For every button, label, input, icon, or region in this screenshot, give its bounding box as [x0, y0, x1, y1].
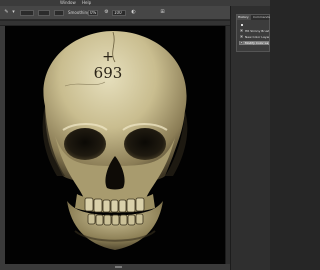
smoothing-field[interactable]: 0% [88, 10, 98, 16]
mode-select[interactable] [38, 10, 50, 16]
history-step-icon [240, 41, 243, 44]
tab-commands[interactable]: Commands [252, 15, 270, 20]
canvas[interactable]: + 693 [5, 26, 225, 264]
engraved-number: 693 [93, 64, 123, 82]
upper-teeth [84, 197, 145, 213]
snapshot-icon [241, 24, 243, 26]
gear-icon[interactable]: ⚙ [104, 10, 109, 15]
chevron-down-icon[interactable]: ▾ [11, 10, 16, 15]
symmetry-icon[interactable]: ⊞ [160, 10, 165, 15]
lower-teeth [87, 213, 144, 226]
brush-tool-icon[interactable]: ✎ [4, 10, 9, 15]
pressure-icon[interactable]: ◐ [131, 10, 136, 15]
history-row-label: New Color Layer [245, 35, 269, 39]
history-step-icon [240, 29, 243, 32]
opacity-field[interactable] [54, 10, 64, 16]
brush-size-box[interactable] [20, 10, 34, 16]
history-panel: History Commands HR Skinny Brush New Col… [236, 14, 270, 52]
history-row[interactable] [239, 23, 269, 27]
history-row-label: Modify Color Layer [245, 41, 269, 45]
eye-socket-left [64, 128, 106, 160]
history-row[interactable]: New Color Layer [239, 35, 269, 39]
eye-socket-right [124, 128, 166, 160]
status-bar [5, 264, 230, 270]
tab-history[interactable]: History [237, 15, 251, 20]
history-step-icon [240, 35, 243, 38]
history-row[interactable]: HR Skinny Brush [239, 29, 269, 33]
history-row-selected[interactable]: Modify Color Layer [239, 41, 269, 45]
flow-field[interactable]: 100 [112, 10, 126, 16]
history-row-label: HR Skinny Brush [245, 29, 269, 33]
engraved-cross: + [102, 49, 114, 65]
scroll-indicator[interactable] [115, 266, 122, 268]
panel-tab-bar: History Commands [237, 15, 270, 20]
